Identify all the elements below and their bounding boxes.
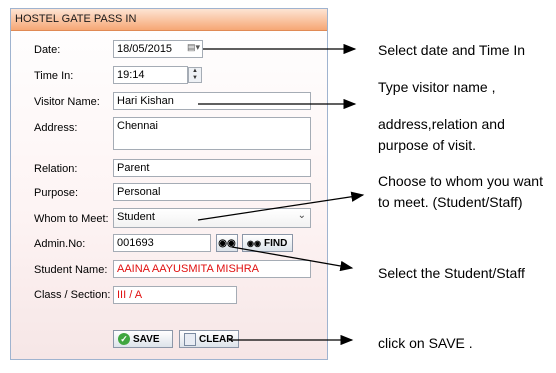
note-date: Select date and Time In (378, 42, 526, 58)
note-select: Select the Student/Staff (378, 265, 525, 281)
note-save: click on SAVE . (378, 335, 473, 351)
note-visitor-3: purpose of visit. (378, 137, 477, 153)
note-whom-1: Choose to whom you want (378, 173, 543, 189)
arrow-whom (197, 191, 365, 221)
note-visitor-2: address,relation and (378, 116, 505, 132)
note-visitor-1: Type visitor name , (378, 79, 496, 95)
arrow-select (231, 246, 354, 272)
note-whom-2: to meet. (Student/Staff) (378, 194, 523, 210)
